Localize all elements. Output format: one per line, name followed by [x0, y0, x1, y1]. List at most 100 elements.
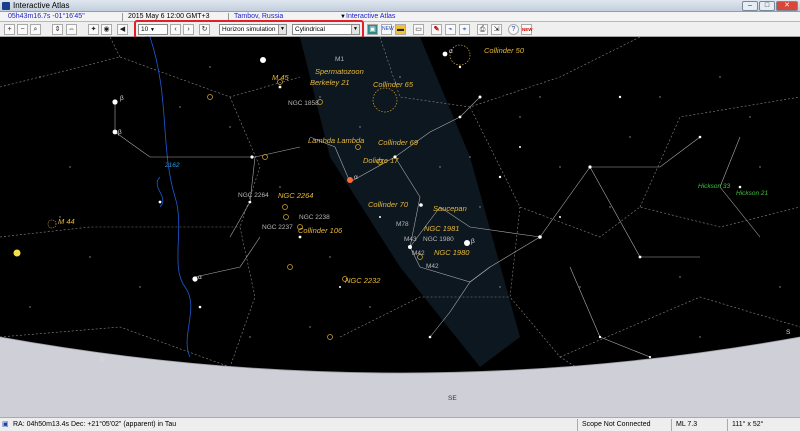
rigel-star [464, 240, 470, 246]
star [598, 335, 602, 339]
label-lambda-lambda[interactable]: Lambda Lambda [308, 136, 364, 145]
zoom-out-icon[interactable]: − [17, 24, 28, 35]
alhena-star [250, 155, 254, 159]
arrows-icon[interactable]: ⇔ [66, 24, 77, 35]
app-icon [2, 2, 10, 10]
star [519, 146, 521, 148]
pencil-icon[interactable]: ✎ [431, 24, 442, 35]
horizon-ground [0, 337, 800, 417]
label-alpha: α [198, 274, 202, 281]
label-hickson-21[interactable]: Hickson 21 [736, 190, 769, 197]
star [248, 200, 252, 204]
separator [671, 419, 672, 431]
separator [727, 419, 728, 431]
label-ngc-2238[interactable]: NGC 2238 [299, 214, 330, 221]
maximize-button[interactable]: □ [759, 1, 775, 11]
window-icon[interactable]: ▭ [413, 24, 424, 35]
label-collinder-70[interactable]: Collinder 70 [368, 200, 409, 209]
monitor-icon[interactable]: ▣ [367, 24, 378, 35]
direction-e: E [100, 357, 105, 364]
label-m43[interactable]: M43 [404, 236, 417, 243]
label-alpha: α [449, 48, 453, 55]
star [198, 305, 202, 309]
label-icon[interactable]: ▬ [395, 24, 406, 35]
label-m44[interactable]: M 44 [58, 217, 75, 226]
label-collinder-65[interactable]: Collinder 65 [373, 80, 414, 89]
pollux-star [112, 129, 118, 135]
stars-filter-icon[interactable]: ✦ [88, 24, 99, 35]
cursor-coordinates: 05h43m16.7s -01°16'45" [8, 13, 85, 20]
label-beta: β [471, 238, 475, 245]
planet-marker[interactable] [13, 249, 21, 257]
star [638, 255, 642, 259]
label-dolidze-17[interactable]: Dolidze 17 [363, 156, 399, 165]
label-ngc-2264[interactable]: NGC 2264 [238, 192, 269, 199]
crosshair-icon[interactable]: ⌖ [459, 24, 470, 35]
label-collinder-106[interactable]: Collinder 106 [298, 226, 343, 235]
label-ic-2162[interactable]: 2162 [164, 162, 180, 169]
label-ngc-1981[interactable]: NGC 1981 [424, 224, 459, 233]
info-icon: ▣ [2, 421, 9, 428]
title-bar: Interactive Atlas – □ ✕ [0, 0, 800, 12]
label-m42[interactable]: M42 [412, 250, 425, 257]
limit-magnitude: ML 7.3 [676, 421, 698, 428]
direction-s: S [786, 329, 791, 336]
cursor-position: RA: 04h50m13.4s Dec: +21°05'02" (apparen… [13, 421, 177, 428]
procyon-star [192, 276, 198, 282]
separator [122, 13, 123, 21]
label-m78[interactable]: M78 [396, 221, 409, 228]
export-icon[interactable]: ⇲ [491, 24, 502, 35]
label-beta: β [118, 129, 122, 136]
sky-canvas[interactable]: Collinder 50 M 45 Spermatozoon Berkeley … [0, 37, 800, 417]
sky-chart[interactable]: Collinder 50 M 45 Spermatozoon Berkeley … [0, 37, 800, 417]
moon-marker[interactable] [260, 57, 266, 63]
zoom-in-icon[interactable]: + [4, 24, 15, 35]
label-ngc-1980-italic[interactable]: NGC 1980 [434, 248, 470, 257]
star [648, 355, 652, 359]
telescope-icon[interactable]: ⌁ [445, 24, 456, 35]
label-m1[interactable]: M1 [335, 56, 344, 63]
help-icon[interactable]: ? [508, 24, 519, 35]
star [538, 235, 542, 239]
label-berkeley-21[interactable]: Berkeley 21 [310, 78, 350, 87]
fit-view-icon[interactable]: ⇕ [52, 24, 63, 35]
objects-filter-icon[interactable]: ◉ [101, 24, 112, 35]
label-ngc-1980[interactable]: NGC 1980 [423, 236, 454, 243]
star [428, 335, 432, 339]
label-saucepan[interactable]: Saucepan [433, 204, 467, 213]
label-ngc-2237[interactable]: NGC 2237 [262, 224, 293, 231]
time-back-icon[interactable]: ◀ [117, 24, 128, 35]
label-spermatozoon[interactable]: Spermatozoon [315, 67, 364, 76]
label-m45[interactable]: M 45 [272, 73, 290, 82]
label-collinder-50[interactable]: Collinder 50 [484, 46, 525, 55]
star [618, 95, 622, 99]
star [278, 85, 282, 89]
label-m42-b[interactable]: M42 [426, 263, 439, 270]
bellatrix-star [408, 245, 412, 249]
star [298, 235, 302, 239]
scope-status: Scope Not Connected [582, 421, 651, 428]
label-ngc-2232[interactable]: NGC 2232 [345, 276, 381, 285]
field-of-view: 111° x 52° [732, 421, 764, 428]
status-bar: ▣ RA: 04h50m13.4s Dec: +21°05'02" (appar… [0, 417, 800, 431]
star [458, 65, 462, 69]
label-alpha: α [354, 174, 358, 181]
label-hickson-33[interactable]: Hickson 33 [698, 183, 731, 190]
label-collinder-69[interactable]: Collinder 69 [378, 138, 419, 147]
window-title: Interactive Atlas [13, 1, 70, 10]
print-icon[interactable]: ⎙ [477, 24, 488, 35]
minimize-button[interactable]: – [742, 1, 758, 11]
close-button[interactable]: ✕ [776, 1, 798, 11]
info-bar: 05h43m16.7s -01°16'45" 2015 May 6 12:00 … [0, 12, 800, 22]
whats-new-icon[interactable]: NEW [521, 24, 533, 35]
label-ngc-2264-italic[interactable]: NGC 2264 [278, 191, 313, 200]
label-ngc-1858[interactable]: NGC 1858 [288, 100, 319, 107]
direction-se: SE [448, 395, 457, 402]
zoom-search-icon[interactable]: ⌕ [30, 24, 41, 35]
star [588, 165, 592, 169]
capella-star [442, 51, 448, 57]
star [379, 216, 381, 218]
star [498, 175, 502, 179]
star [738, 185, 742, 189]
new-icon[interactable]: NEW [381, 24, 394, 35]
